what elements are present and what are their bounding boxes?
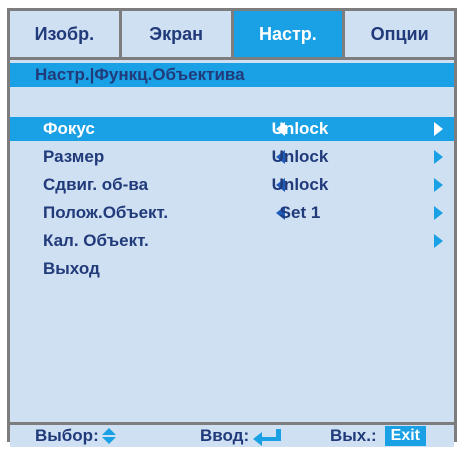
tab-bar: Изобр. Экран Настр. Опции — [10, 11, 454, 57]
menu-item-value: Unlock — [271, 119, 329, 138]
menu-item-size[interactable]: Размер Unlock — [10, 145, 454, 169]
menu-item-label: Выход — [43, 259, 100, 278]
menu-item-lens-position[interactable]: Полож.Объект. Set 1 — [10, 201, 454, 225]
arrow-right-icon[interactable] — [434, 206, 443, 220]
exit-hint: Вых.: Exit — [330, 425, 426, 447]
menu-panel: Настр.|Функц.Объектива Фокус Unlock Разм… — [10, 60, 454, 422]
osd-menu: Изобр. Экран Настр. Опции Настр.|Функц.О… — [7, 8, 457, 447]
menu-item-label: Кал. Объект. — [43, 231, 149, 250]
tab-image[interactable]: Изобр. — [10, 11, 119, 57]
menu-item-value: Set 1 — [279, 203, 321, 222]
enter-hint: Ввод: — [200, 425, 283, 447]
menu-item-lens-calibration[interactable]: Кал. Объект. — [10, 229, 454, 253]
menu-item-value: Unlock — [271, 175, 329, 194]
arrow-right-icon[interactable] — [434, 178, 443, 192]
menu-item-focus[interactable]: Фокус Unlock — [10, 117, 454, 141]
menu-item-exit[interactable]: Выход — [10, 257, 454, 281]
tab-options[interactable]: Опции — [345, 11, 454, 57]
menu-item-value: Unlock — [271, 147, 329, 166]
menu-item-lens-shift[interactable]: Сдвиг. об-ва Unlock — [10, 173, 454, 197]
footer-hints: Выбор: Ввод: Вых.: Exit — [10, 425, 454, 447]
enter-return-icon — [253, 428, 283, 446]
up-down-arrows-icon — [101, 427, 116, 445]
select-hint-label: Выбор: — [35, 426, 99, 445]
arrow-right-icon[interactable] — [434, 150, 443, 164]
arrow-right-icon[interactable] — [434, 234, 443, 248]
menu-item-label: Фокус — [43, 119, 95, 138]
tab-settings[interactable]: Настр. — [233, 11, 343, 57]
menu-item-label: Сдвиг. об-ва — [43, 175, 149, 194]
enter-hint-label: Ввод: — [200, 426, 250, 445]
exit-key-badge: Exit — [384, 426, 426, 446]
menu-item-label: Полож.Объект. — [43, 203, 169, 222]
arrow-right-icon[interactable] — [434, 122, 443, 136]
breadcrumb: Настр.|Функц.Объектива — [10, 63, 454, 87]
menu-item-label: Размер — [43, 147, 105, 166]
tab-screen[interactable]: Экран — [121, 11, 231, 57]
exit-hint-label: Вых.: — [330, 426, 377, 445]
select-hint: Выбор: — [35, 425, 116, 447]
